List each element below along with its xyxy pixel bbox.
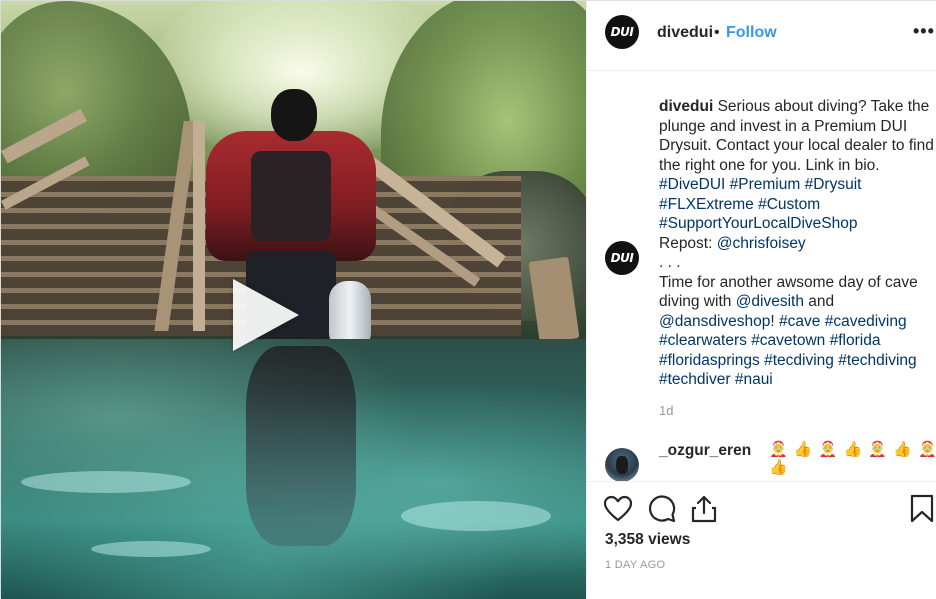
play-icon[interactable] bbox=[233, 279, 299, 351]
post-caption: divedui Serious about diving? Take the p… bbox=[659, 97, 935, 390]
hashtag-link[interactable]: #Drysuit bbox=[805, 176, 862, 193]
post-username[interactable]: divedui bbox=[657, 24, 713, 42]
caption-excl: ! bbox=[770, 312, 780, 330]
post-actions: 3,358 views 1 DAY AGO bbox=[587, 481, 936, 599]
video-water-glint bbox=[91, 541, 211, 557]
avatar[interactable]: DUI bbox=[605, 15, 639, 49]
video-reflection bbox=[246, 346, 356, 546]
instagram-post: DUI divedui • Follow ••• divedui Serious… bbox=[0, 0, 936, 599]
mention-link[interactable]: @divesith bbox=[736, 293, 804, 310]
post-time-ago[interactable]: 1d bbox=[659, 403, 673, 418]
caption-avatar[interactable]: DUI bbox=[605, 241, 639, 275]
avatar-logo: DUI bbox=[610, 25, 634, 39]
video-water-glint bbox=[21, 471, 191, 493]
comment-text: 🤶 👍 🤶 👍 🤶 👍 🤶 👍 bbox=[769, 441, 936, 476]
post-side-panel: DUI divedui • Follow ••• divedui Serious… bbox=[586, 1, 936, 599]
hashtag-link[interactable]: #tecdiving bbox=[764, 352, 834, 369]
hashtag-link[interactable]: #SupportYourLocalDiveShop bbox=[659, 215, 858, 232]
heart-icon[interactable] bbox=[603, 494, 633, 524]
video-diver-gear bbox=[251, 151, 331, 241]
separator-dot: • bbox=[714, 24, 720, 41]
hashtag-link[interactable]: #cavetown bbox=[751, 332, 825, 349]
hashtag-link[interactable]: #floridasprings bbox=[659, 352, 760, 369]
commenter-username[interactable]: _ozgur_eren bbox=[659, 442, 751, 460]
post-video[interactable] bbox=[1, 1, 586, 599]
repost-label: Repost: bbox=[659, 234, 717, 252]
hashtag-link[interactable]: #Custom bbox=[758, 196, 820, 213]
caption-username[interactable]: divedui bbox=[659, 98, 713, 115]
mention-link[interactable]: @dansdiveshop bbox=[659, 313, 770, 330]
caption-ellipsis: . . . bbox=[659, 254, 681, 271]
commenter-avatar[interactable] bbox=[605, 448, 639, 482]
post-date[interactable]: 1 DAY AGO bbox=[605, 559, 665, 571]
hashtag-link[interactable]: #florida bbox=[830, 332, 881, 349]
hashtag-link[interactable]: #FLXExtreme bbox=[659, 196, 754, 213]
more-options-icon[interactable]: ••• bbox=[913, 21, 935, 42]
hashtag-link[interactable]: #naui bbox=[735, 371, 773, 388]
video-diver-head bbox=[271, 89, 317, 141]
bookmark-icon[interactable] bbox=[907, 494, 936, 524]
hashtag-link[interactable]: #clearwaters bbox=[659, 332, 747, 349]
follow-button[interactable]: Follow bbox=[726, 24, 777, 42]
view-count[interactable]: 3,358 views bbox=[605, 531, 690, 549]
caption-and: and bbox=[803, 293, 835, 310]
share-icon[interactable] bbox=[689, 494, 719, 524]
post-header: DUI divedui • Follow ••• bbox=[587, 1, 936, 71]
comment-icon[interactable] bbox=[647, 494, 677, 524]
hashtag-link[interactable]: #Premium bbox=[730, 176, 801, 193]
comment-item: _ozgur_eren 🤶 👍 🤶 👍 🤶 👍 🤶 👍 bbox=[587, 436, 936, 482]
video-water-glint bbox=[401, 501, 551, 531]
hashtag-link[interactable]: #techdiving bbox=[838, 352, 916, 369]
hashtag-link[interactable]: #DiveDUI bbox=[659, 176, 725, 193]
mention-link[interactable]: @chrisfoisey bbox=[717, 235, 806, 252]
video-rail bbox=[193, 121, 205, 331]
avatar-logo: DUI bbox=[610, 251, 634, 265]
hashtag-link[interactable]: #techdiver bbox=[659, 371, 731, 388]
hashtag-link[interactable]: #cave bbox=[779, 313, 820, 330]
hashtag-link[interactable]: #cavediving bbox=[825, 313, 907, 330]
